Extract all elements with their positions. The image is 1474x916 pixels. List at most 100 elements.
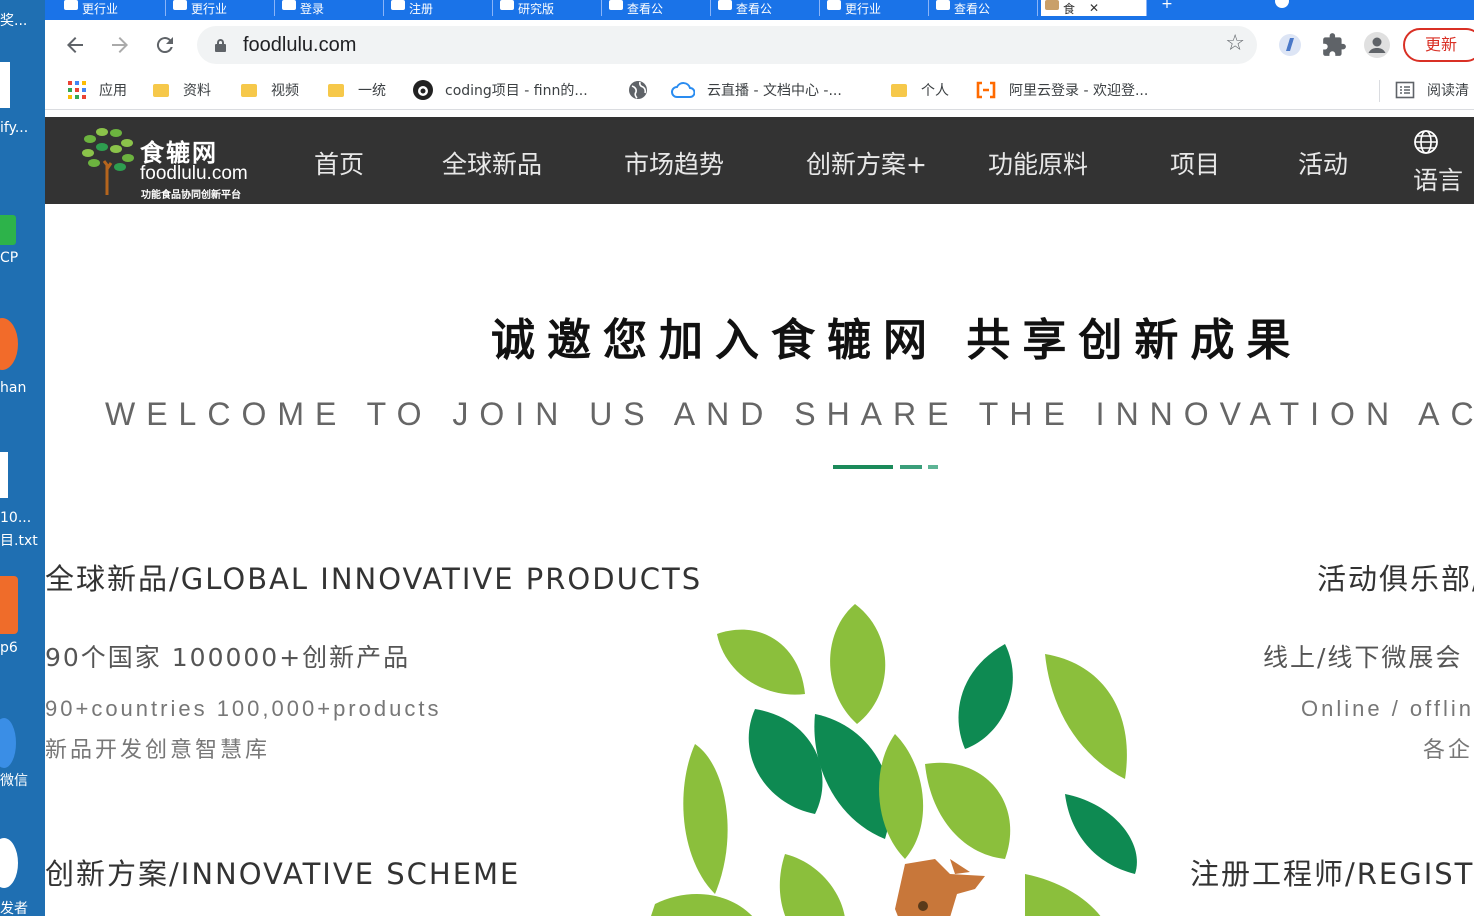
tab-favicon-icon — [936, 0, 950, 10]
url-text[interactable]: foodlulu.com — [243, 34, 356, 57]
bookmark-globe[interactable] — [628, 80, 660, 100]
browser-tab[interactable]: 注册 — [387, 0, 493, 16]
tree-illustration — [651, 604, 1137, 916]
language-globe-icon[interactable] — [1413, 129, 1439, 155]
desktop-label: p6 — [0, 640, 18, 656]
nav-innovative-scheme[interactable]: 创新方案+ — [806, 145, 927, 181]
tab-strip: 更行业 更行业 登录 注册 研究版 查看公 查看公 更行业 查看公 食 ✕ + — [45, 0, 1474, 20]
address-bar[interactable]: foodlulu.com ☆ — [197, 26, 1257, 64]
browser-tab[interactable]: 更行业 — [823, 0, 929, 16]
desktop-label: CP — [0, 250, 19, 266]
divider-line — [833, 465, 893, 469]
browser-tab[interactable]: 研究版 — [496, 0, 602, 16]
desktop-background: 奖... ify... CP han 10... 目.txt p6 微信 发者 — [0, 0, 45, 916]
browser-tab[interactable]: 更行业 — [60, 0, 166, 16]
bookmarks-bar: 应用 资料 视频 一统 coding项目 - finn的... 云直播 - 文档… — [45, 70, 1474, 110]
bookmark-coding[interactable]: coding项目 - finn的... — [413, 80, 588, 100]
forward-arrow-icon — [112, 37, 128, 53]
section-title-innovative-scheme[interactable]: 创新方案/INNOVATIVE SCHEME — [45, 851, 520, 893]
wechat-icon[interactable] — [0, 712, 45, 772]
reload-button[interactable] — [150, 30, 180, 60]
profile-avatar-icon[interactable] — [1364, 32, 1390, 58]
file-icon[interactable] — [0, 62, 45, 122]
nav-activities[interactable]: 活动 — [1298, 145, 1348, 181]
folder-icon — [153, 83, 169, 97]
browser-tab[interactable]: 更行业 — [169, 0, 275, 16]
aliyun-icon — [976, 81, 996, 99]
tab-favicon-icon — [609, 0, 623, 10]
section-title-activity-club[interactable]: 活动俱乐部/ — [1317, 556, 1474, 598]
tab-label: 更行业 — [191, 1, 228, 16]
file-icon[interactable] — [0, 452, 45, 512]
section-title-registered-engineer[interactable]: 注册工程师/REGISTI — [1190, 851, 1474, 893]
browser-tab[interactable]: 查看公 — [714, 0, 820, 16]
apps-grid-icon — [68, 81, 86, 99]
section-title-global-products[interactable]: 全球新品/GLOBAL INNOVATIVE PRODUCTS — [45, 556, 702, 598]
bookmark-star-icon[interactable]: ☆ — [1225, 31, 1245, 56]
section-english-global: 90+countries 100,000+products — [45, 696, 442, 721]
browser-tab[interactable]: 登录 — [278, 0, 384, 16]
hero-headline: 诚邀您加入食辘网 共享创新成果 — [491, 315, 1303, 366]
hero-subline: WELCOME TO JOIN US AND SHARE THE INNOVAT… — [105, 396, 1474, 432]
reading-list-button[interactable]: 阅读清 — [1395, 80, 1469, 100]
divider-line — [928, 465, 938, 469]
desktop-label: 目.txt — [0, 533, 38, 549]
bookmark-aliyun[interactable]: 阿里云登录 - 欢迎登... — [975, 80, 1148, 100]
bookmark-cloud[interactable]: 云直播 - 文档中心 -... — [671, 80, 842, 100]
folder-icon — [891, 83, 907, 97]
forward-button[interactable] — [105, 30, 135, 60]
browser-tab[interactable]: 查看公 — [932, 0, 1038, 16]
reading-list-icon — [1395, 81, 1415, 99]
browser-window: 更行业 更行业 登录 注册 研究版 查看公 查看公 更行业 查看公 食 ✕ + f… — [45, 0, 1474, 916]
page-content: 诚邀您加入食辘网 共享创新成果 WELCOME TO JOIN US AND S… — [45, 204, 1474, 916]
browser-toolbar: foodlulu.com ☆ 更新 — [45, 20, 1474, 70]
tab-favicon-icon — [827, 0, 841, 10]
divider-line — [900, 465, 922, 469]
extension-icon[interactable] — [1277, 32, 1303, 58]
desktop-label: 10... — [0, 510, 32, 526]
back-button[interactable] — [60, 30, 90, 60]
tab-label: 登录 — [300, 1, 325, 16]
bookmark-folder[interactable]: 一统 — [328, 80, 386, 100]
nav-global-products[interactable]: 全球新品 — [442, 145, 542, 181]
bookmark-folder[interactable]: 视频 — [241, 80, 299, 100]
nav-market-trends[interactable]: 市场趋势 — [624, 145, 724, 181]
tab-label: 查看公 — [954, 1, 991, 16]
app-icon[interactable] — [0, 838, 45, 898]
update-button[interactable]: 更新 — [1403, 28, 1474, 62]
tab-favicon-icon — [64, 0, 78, 10]
tab-favicon-icon — [391, 0, 405, 10]
new-tab-button[interactable]: + — [1155, 0, 1179, 14]
folder-icon — [328, 83, 344, 97]
tab-label: 食 — [1063, 1, 1076, 16]
tab-favicon-icon — [718, 0, 732, 10]
desktop-label: ify... — [0, 120, 29, 136]
tab-label: 查看公 — [736, 1, 773, 16]
desktop-label: 微信 — [0, 773, 28, 789]
extensions-puzzle-icon[interactable] — [1321, 32, 1347, 58]
bookmark-label: 资料 — [183, 83, 211, 99]
bookmark-label: 阿里云登录 - 欢迎登... — [1009, 83, 1149, 99]
folder-icon — [241, 83, 257, 97]
nav-language[interactable]: 语言 — [1413, 161, 1463, 197]
app-icon[interactable] — [0, 576, 45, 636]
nav-projects[interactable]: 项目 — [1170, 145, 1220, 181]
browser-tab[interactable]: 查看公 — [605, 0, 711, 16]
nav-home[interactable]: 首页 — [314, 145, 364, 181]
browser-tab-active[interactable]: 食 ✕ — [1041, 0, 1147, 16]
bookmark-label: 云直播 - 文档中心 -... — [707, 83, 842, 99]
tab-close-icon[interactable]: ✕ — [1089, 1, 1099, 15]
bookmark-folder[interactable]: 资料 — [153, 80, 211, 100]
bookmark-apps[interactable]: 应用 — [67, 80, 127, 100]
lock-icon — [215, 39, 227, 52]
tab-label: 研究版 — [518, 1, 555, 16]
bookmark-folder[interactable]: 个人 — [891, 80, 949, 100]
app-icon[interactable] — [0, 318, 45, 378]
tree-logo-icon — [82, 128, 134, 195]
bookmark-label: 个人 — [921, 83, 949, 99]
logo-url: foodlulu.com — [140, 163, 248, 184]
coding-icon — [413, 80, 433, 100]
nav-functional-ingredients[interactable]: 功能原料 — [988, 145, 1088, 181]
site-logo[interactable]: 食辘网 foodlulu.com 功能食品协同创新平台 — [80, 125, 270, 201]
bookmark-label: coding项目 - finn的... — [445, 83, 588, 99]
